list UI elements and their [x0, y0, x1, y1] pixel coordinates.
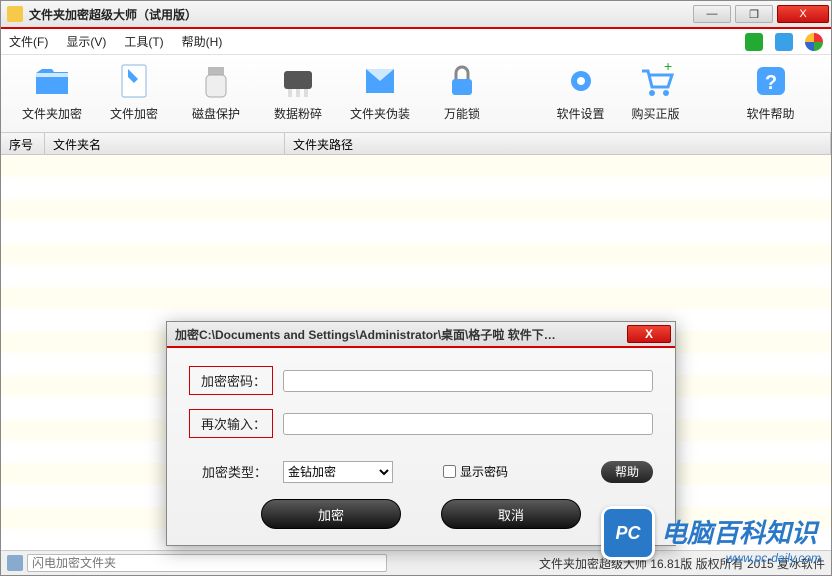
- svg-text:?: ?: [764, 72, 776, 94]
- dialog-title-bar: 加密C:\Documents and Settings\Administrato…: [167, 322, 675, 348]
- app-icon: [7, 6, 23, 22]
- disguise-button[interactable]: 文件夹伪装: [339, 61, 421, 132]
- shield-icon[interactable]: [745, 33, 763, 51]
- password-input[interactable]: [283, 370, 653, 392]
- menu-help[interactable]: 帮助(H): [182, 33, 223, 50]
- password-confirm-input[interactable]: [283, 413, 653, 435]
- folder-encrypt-button[interactable]: 文件夹加密: [11, 61, 93, 132]
- app-window: 文件夹加密超级大师（试用版） — ❐ X 文件(F) 显示(V) 工具(T) 帮…: [0, 0, 832, 576]
- cancel-button[interactable]: 取消: [441, 499, 581, 529]
- shredder-icon: [278, 61, 318, 101]
- close-button[interactable]: X: [777, 5, 829, 23]
- question-icon: ?: [751, 61, 791, 101]
- encrypt-button[interactable]: 加密: [261, 499, 401, 529]
- disk-protect-label: 磁盘保护: [192, 105, 240, 122]
- tray-icons: [745, 33, 823, 51]
- menu-view[interactable]: 显示(V): [66, 33, 106, 50]
- col-name[interactable]: 文件夹名: [45, 133, 285, 154]
- usb-icon: [196, 61, 236, 101]
- shred-button[interactable]: 数据粉碎: [257, 61, 339, 132]
- cart-icon: +: [636, 61, 676, 101]
- maximize-button[interactable]: ❐: [735, 5, 773, 23]
- buy-button[interactable]: + 购买正版: [618, 61, 693, 132]
- disguise-label: 文件夹伪装: [350, 105, 410, 122]
- file-encrypt-label: 文件加密: [110, 105, 158, 122]
- show-password-input[interactable]: [443, 465, 456, 478]
- show-password-checkbox[interactable]: 显示密码: [443, 463, 508, 480]
- clover-icon[interactable]: [805, 33, 823, 51]
- col-index[interactable]: 序号: [1, 133, 45, 154]
- window-buttons: — ❐ X: [691, 5, 831, 23]
- show-password-label: 显示密码: [460, 463, 508, 480]
- gear-icon: [561, 61, 601, 101]
- status-bar: 文件夹加密超级大师 16.81版 版权所有 2015 夏冰软件: [1, 551, 831, 575]
- file-encrypt-button[interactable]: 文件加密: [93, 61, 175, 132]
- svg-text:+: +: [664, 61, 672, 74]
- folder-icon: [32, 61, 72, 101]
- search-icon: [7, 555, 23, 571]
- dialog-title: 加密C:\Documents and Settings\Administrato…: [175, 326, 556, 343]
- list-area: 加密C:\Documents and Settings\Administrato…: [1, 155, 831, 551]
- help-label: 软件帮助: [746, 105, 794, 122]
- copyright-text: 文件夹加密超级大师 16.81版 版权所有 2015 夏冰软件: [539, 555, 825, 572]
- lock-icon: [442, 61, 482, 101]
- password-label: 加密密码：: [189, 366, 273, 395]
- encrypt-type-select[interactable]: 金钻加密: [283, 461, 393, 483]
- menu-tools[interactable]: 工具(T): [124, 33, 163, 50]
- toolbar: 文件夹加密 文件加密 磁盘保护 数据粉碎 文件夹伪装: [1, 55, 831, 133]
- shred-label: 数据粉碎: [274, 105, 322, 122]
- title-bar: 文件夹加密超级大师（试用版） — ❐ X: [1, 1, 831, 29]
- menu-bar: 文件(F) 显示(V) 工具(T) 帮助(H): [1, 29, 831, 55]
- menu-file[interactable]: 文件(F): [9, 33, 48, 50]
- phone-icon[interactable]: [775, 33, 793, 51]
- col-path[interactable]: 文件夹路径: [285, 133, 831, 154]
- settings-label: 软件设置: [556, 105, 604, 122]
- menu-list: 文件(F) 显示(V) 工具(T) 帮助(H): [9, 33, 222, 50]
- minimize-button[interactable]: —: [693, 5, 731, 23]
- disguise-icon: [360, 61, 400, 101]
- password-confirm-label: 再次输入：: [189, 409, 273, 438]
- dialog-help-button[interactable]: 帮助: [601, 461, 653, 483]
- encrypt-type-label: 加密类型：: [189, 458, 273, 485]
- disk-protect-button[interactable]: 磁盘保护: [175, 61, 257, 132]
- dialog-close-button[interactable]: X: [627, 325, 671, 343]
- settings-button[interactable]: 软件设置: [543, 61, 618, 132]
- dialog-body: 加密密码： 再次输入： 加密类型： 金钻加密 显示密码 帮助: [167, 348, 675, 545]
- folder-encrypt-label: 文件夹加密: [22, 105, 82, 122]
- encrypt-dialog: 加密C:\Documents and Settings\Administrato…: [166, 321, 676, 546]
- search-input[interactable]: [27, 554, 387, 572]
- master-lock-button[interactable]: 万能锁: [421, 61, 503, 132]
- list-header: 序号 文件夹名 文件夹路径: [1, 133, 831, 155]
- file-icon: [114, 61, 154, 101]
- window-title: 文件夹加密超级大师（试用版）: [29, 6, 691, 23]
- help-button[interactable]: ? 软件帮助: [733, 61, 808, 132]
- buy-label: 购买正版: [631, 105, 679, 122]
- master-lock-label: 万能锁: [444, 105, 480, 122]
